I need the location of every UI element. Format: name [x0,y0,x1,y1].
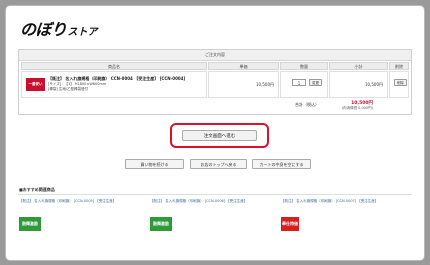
column-header-quantity: 数量 [280,62,328,70]
quantity-input[interactable]: 1 [292,79,306,86]
total-row: 合計（税込） 10,500円 (内消費税 0,000円) [19,99,411,113]
total-label: 合計（税込） [295,102,319,107]
recommend-item[interactable]: 【既注】 名入れ旗規格（印刷旗） [CCN-0006] 【受注生産】 鼓舞激励 [150,199,282,231]
table-cell-subtotal: 10,500円 [329,71,388,98]
recommend-item-image[interactable]: 奉仕特価 [281,217,299,231]
column-header-product: 商品名 [21,62,207,70]
column-header-unit-price: 単価 [208,62,279,70]
store-logo[interactable]: のぼり ストア [20,16,98,39]
recommend-title: ■おすすめ関連商品 [19,187,55,192]
proceed-to-order-button[interactable]: 注文画面へ進む [182,130,257,141]
recommend-item[interactable]: 【既注】 名入れ旗規格（印刷旗） [CCN-0007] 【受注生産】 奉仕特価 [281,199,413,231]
table-row-product: 一番安い 【既注】 名入れ旗規格（印刷旗） CCN-0004 【受注生産】 [C… [21,71,207,98]
table-cell-delete: 削除 [389,71,409,98]
order-button-highlight: 注文画面へ進む [170,123,269,148]
recommend-item-image[interactable]: 鼓舞激励 [19,217,41,231]
clear-cart-button[interactable]: カートの中身を空にする [252,159,311,169]
order-panel: ご注文内容 商品名 単価 数量 小計 削除 一番安い 【既注】 名入れ旗規格（印… [18,49,412,115]
quantity-update-button[interactable]: 変更 [309,79,322,86]
product-process: [棒袋] 生地/乙型棒袋縫付 [48,87,89,91]
recommend-item-link[interactable]: 【既注】 名入れ旗規格（印刷旗） [CCN-0006] 【受注生産】 [150,199,282,204]
logo-sub-text: ストア [67,27,98,38]
delete-item-button[interactable]: 削除 [394,79,407,86]
logo-main-text: のぼり [20,20,67,39]
table-cell-quantity: 1 変更 [280,71,328,98]
recommend-item-link[interactable]: 【既注】 名入れ旗規格（印刷旗） [CCN-0005] 【受注生産】 [19,199,151,204]
recommend-item-link[interactable]: 【既注】 名入れ旗規格（印刷旗） [CCN-0007] 【受注生産】 [281,199,413,204]
column-header-subtotal: 小計 [329,62,388,70]
table-cell-unit-price: 10,500円 [208,71,279,98]
subtotal: 10,500円 [365,82,383,87]
recommend-item-image[interactable]: 鼓舞激励 [150,217,172,231]
unit-price: 10,500円 [256,82,274,87]
product-thumbnail[interactable]: 一番安い [26,78,45,91]
page-frame: のぼり ストア ご注文内容 商品名 単価 数量 小計 削除 一番安い 【既注】 … [5,5,425,261]
recommend-item[interactable]: 【既注】 名入れ旗規格（印刷旗） [CCN-0005] 【受注生産】 鼓舞激励 [19,199,151,231]
continue-shopping-button[interactable]: 買い物を続ける [125,159,184,169]
order-panel-title: ご注文内容 [19,50,411,61]
column-header-delete: 削除 [389,62,409,70]
recommend-divider [18,194,412,195]
tax-note: (内消費税 0,000円) [341,106,373,110]
store-top-button[interactable]: お店のトップへ戻る [190,159,247,169]
